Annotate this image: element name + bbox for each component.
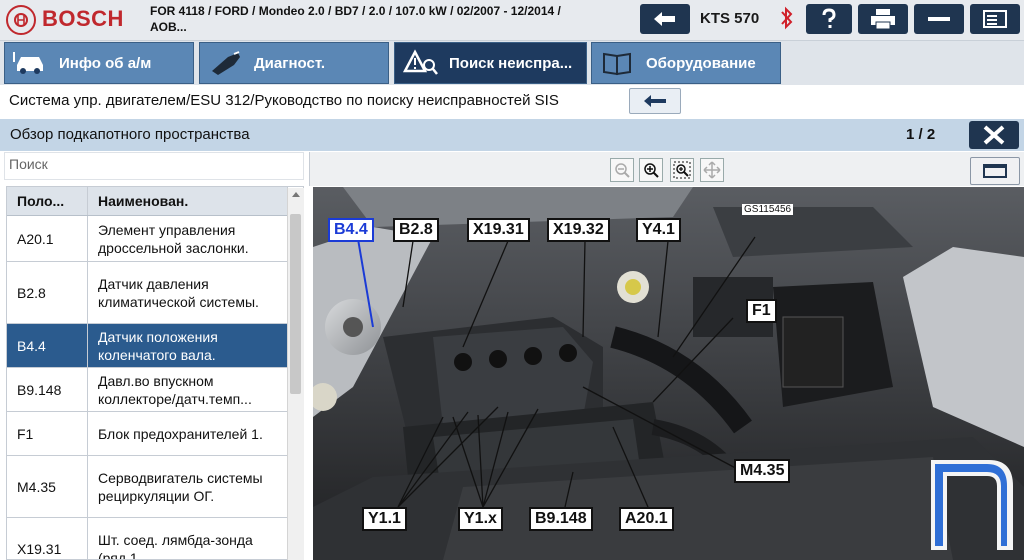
page-indicator: 1 / 2 bbox=[906, 126, 936, 143]
label-y11[interactable]: Y1.1 bbox=[362, 507, 407, 531]
label-y1x[interactable]: Y1.x bbox=[458, 507, 503, 531]
table-row[interactable]: B9.148 Давл.во впускном коллекторе/датч.… bbox=[7, 367, 288, 412]
minimize-button[interactable] bbox=[914, 4, 964, 34]
vehicle-info: FOR 4118 / FORD / Mondeo 2.0 / BD7 / 2.0… bbox=[150, 3, 610, 35]
zoom-region-button[interactable] bbox=[670, 158, 694, 182]
close-button[interactable] bbox=[969, 121, 1019, 149]
main-tabs: Инфо об а/м Диагност. Поиск неиспра... О… bbox=[0, 41, 1024, 85]
minimize-icon bbox=[928, 17, 950, 21]
row-position: B2.8 bbox=[7, 261, 88, 324]
row-name: Элемент управления дроссельной заслонки. bbox=[87, 215, 288, 262]
row-position: B4.4 bbox=[7, 323, 88, 368]
search-input[interactable]: Поиск bbox=[4, 152, 304, 180]
breadcrumb-text: Система упр. двигателем/ESU 312/Руководс… bbox=[9, 92, 559, 109]
tab-label: Диагност. bbox=[254, 54, 326, 72]
label-b44[interactable]: B4.4 bbox=[328, 218, 374, 242]
row-name: Серводвигатель системы рециркуляции ОГ. bbox=[87, 455, 288, 518]
print-icon bbox=[871, 9, 895, 30]
tab-troubleshooting[interactable]: Поиск неиспра... bbox=[394, 42, 587, 84]
zoom-out-icon bbox=[615, 163, 630, 178]
tab-vehicle-info[interactable]: Инфо об а/м bbox=[4, 42, 194, 84]
table-header-row: Поло... Наименован. bbox=[7, 187, 288, 216]
zoom-in-icon bbox=[644, 163, 659, 178]
book-icon bbox=[600, 48, 636, 78]
tab-diagnostics[interactable]: Диагност. bbox=[199, 42, 389, 84]
label-b28[interactable]: B2.8 bbox=[393, 218, 439, 242]
label-x1932[interactable]: X19.32 bbox=[547, 218, 610, 242]
viewer-toolbar bbox=[309, 152, 1024, 186]
row-position: M4.35 bbox=[7, 455, 88, 518]
pan-button[interactable] bbox=[700, 158, 724, 182]
label-b9148[interactable]: B9.148 bbox=[529, 507, 593, 531]
label-f1[interactable]: F1 bbox=[746, 299, 777, 323]
maximize-button[interactable] bbox=[970, 157, 1020, 185]
back-icon bbox=[654, 12, 675, 26]
scroll-thumb[interactable] bbox=[290, 214, 301, 394]
table-row[interactable]: F1 Блок предохранителей 1. bbox=[7, 411, 288, 456]
tab-label: Инфо об а/м bbox=[59, 54, 152, 72]
zoom-in-button[interactable] bbox=[639, 158, 663, 182]
table-row-selected[interactable]: B4.4 Датчик положения коленчатого вала. bbox=[7, 323, 288, 368]
row-position: F1 bbox=[7, 411, 88, 456]
bluetooth-icon bbox=[780, 6, 794, 36]
tab-label: Оборудование bbox=[646, 54, 756, 72]
row-name: Блок предохранителей 1. bbox=[87, 411, 288, 456]
row-name: Давл.во впускном коллекторе/датч.темп... bbox=[87, 367, 288, 412]
table-row[interactable]: M4.35 Серводвигатель системы рециркуляци… bbox=[7, 455, 288, 518]
row-name: Шт. соед. лямбда-зонда (ряд 1, bbox=[87, 517, 288, 559]
help-button[interactable] bbox=[806, 4, 852, 34]
row-position: B9.148 bbox=[7, 367, 88, 412]
back-icon bbox=[644, 95, 666, 107]
row-position: X19.31 bbox=[7, 517, 88, 559]
pan-icon bbox=[703, 161, 721, 179]
device-name: KTS 570 bbox=[700, 10, 760, 27]
label-a201[interactable]: A20.1 bbox=[619, 507, 674, 531]
menu-button[interactable] bbox=[970, 4, 1020, 34]
bosch-logo-icon bbox=[6, 5, 36, 35]
close-icon bbox=[983, 125, 1005, 145]
section-header: Обзор подкапотного пространства 1 / 2 bbox=[0, 119, 1024, 151]
top-bar: BOSCH FOR 4118 / FORD / Mondeo 2.0 / BD7… bbox=[0, 0, 1024, 41]
row-name: Датчик положения коленчатого вала. bbox=[87, 323, 288, 368]
car-info-icon bbox=[13, 48, 49, 78]
tab-equipment[interactable]: Оборудование bbox=[591, 42, 781, 84]
zoom-region-icon bbox=[673, 161, 691, 179]
breadcrumb-back-button[interactable] bbox=[629, 88, 681, 114]
maximize-icon bbox=[983, 164, 1007, 178]
table-scrollbar[interactable] bbox=[287, 188, 304, 560]
components-table: Поло... Наименован. A20.1 Элемент управл… bbox=[6, 186, 304, 560]
diagnostic-plug-icon bbox=[208, 48, 244, 78]
brand-name: BOSCH bbox=[42, 6, 124, 31]
table-row[interactable]: A20.1 Элемент управления дроссельной зас… bbox=[7, 215, 288, 262]
column-header-position[interactable]: Поло... bbox=[7, 187, 88, 216]
menu-icon bbox=[983, 10, 1007, 28]
back-button[interactable] bbox=[640, 4, 690, 34]
image-reference: GS115456 bbox=[742, 204, 794, 215]
section-title: Обзор подкапотного пространства bbox=[10, 126, 250, 143]
engine-bay-illustration bbox=[313, 187, 1024, 560]
row-position: A20.1 bbox=[7, 215, 88, 262]
corner-logo-icon bbox=[927, 452, 1017, 552]
tab-label: Поиск неиспра... bbox=[449, 54, 573, 72]
table-row[interactable]: X19.31 Шт. соед. лямбда-зонда (ряд 1, bbox=[7, 517, 288, 559]
breadcrumb: Система упр. двигателем/ESU 312/Руководс… bbox=[0, 86, 1024, 116]
column-header-name[interactable]: Наименован. bbox=[87, 187, 288, 216]
label-y41[interactable]: Y4.1 bbox=[636, 218, 681, 242]
label-m435[interactable]: M4.35 bbox=[734, 459, 791, 483]
table-row[interactable]: B2.8 Датчик давления климатической систе… bbox=[7, 261, 288, 324]
label-x1931[interactable]: X19.31 bbox=[467, 218, 530, 242]
row-name: Датчик давления климатической системы. bbox=[87, 261, 288, 324]
vehicle-line-1: FOR 4118 / FORD / Mondeo 2.0 / BD7 / 2.0… bbox=[150, 4, 561, 18]
warning-search-icon bbox=[403, 48, 439, 78]
zoom-out-button[interactable] bbox=[610, 158, 634, 182]
vehicle-line-2: AOB... bbox=[150, 20, 187, 34]
scroll-up-icon bbox=[292, 192, 300, 197]
help-icon bbox=[822, 8, 836, 28]
engine-bay-photo: B4.4 B2.8 X19.31 X19.32 Y4.1 F1 M4.35 Y1… bbox=[313, 187, 1024, 560]
print-button[interactable] bbox=[858, 4, 908, 34]
